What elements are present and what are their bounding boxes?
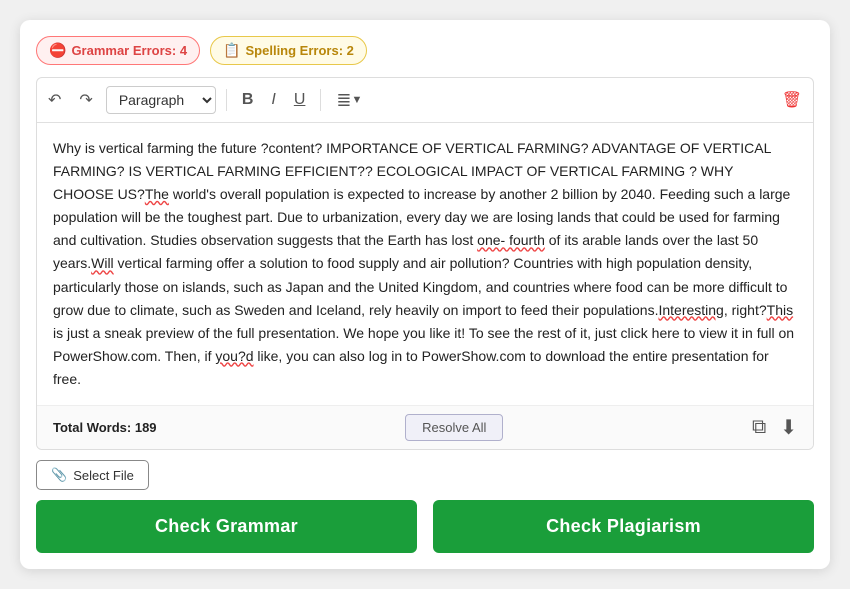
undo-icon: ↶ xyxy=(48,90,61,110)
resolve-all-button[interactable]: Resolve All xyxy=(405,414,503,441)
select-file-row: 📎 Select File xyxy=(36,460,814,490)
italic-button[interactable]: I xyxy=(266,88,280,112)
underline-button[interactable]: U xyxy=(289,88,311,112)
spelling-errors-badge[interactable]: 📋 Spelling Errors: 2 xyxy=(210,36,367,65)
spelling-errors-label: Spelling Errors: 2 xyxy=(246,43,354,58)
select-file-button[interactable]: 📎 Select File xyxy=(36,460,149,490)
check-plagiarism-button[interactable]: Check Plagiarism xyxy=(433,500,814,553)
action-buttons-row: Check Grammar Check Plagiarism xyxy=(36,500,814,553)
trash-button[interactable]: 🗑 xyxy=(777,87,807,113)
redo-button[interactable]: ↷ xyxy=(74,87,97,113)
spelling-error-icon: 📋 xyxy=(223,42,240,59)
toolbar-divider-1 xyxy=(226,89,227,111)
editor-footer-icons: ⧉ ⬇ xyxy=(752,415,797,440)
bold-button[interactable]: B xyxy=(237,88,259,112)
main-container: ⛔ Grammar Errors: 4 📋 Spelling Errors: 2… xyxy=(20,20,830,569)
paperclip-icon: 📎 xyxy=(51,467,67,483)
copy-icon[interactable]: ⧉ xyxy=(752,416,766,439)
trash-icon: 🗑 xyxy=(782,90,802,110)
undo-button[interactable]: ↶ xyxy=(43,87,66,113)
check-grammar-button[interactable]: Check Grammar xyxy=(36,500,417,553)
editor-wrapper: ↶ ↷ Paragraph Heading 1 Heading 2 Headin… xyxy=(36,77,814,450)
grammar-error-icon: ⛔ xyxy=(49,42,66,59)
word-count-label: Total Words: 189 xyxy=(53,420,157,435)
error-word-this: This xyxy=(767,302,793,318)
editor-footer: Total Words: 189 Resolve All ⧉ ⬇ xyxy=(37,405,813,449)
align-icon: ≣ xyxy=(336,90,351,111)
toolbar: ↶ ↷ Paragraph Heading 1 Heading 2 Headin… xyxy=(37,78,813,123)
select-file-label: Select File xyxy=(73,468,134,483)
error-badges-row: ⛔ Grammar Errors: 4 📋 Spelling Errors: 2 xyxy=(36,36,814,65)
error-word-will: Will xyxy=(91,255,114,271)
download-icon[interactable]: ⬇ xyxy=(780,415,797,440)
align-chevron-icon: ▼ xyxy=(351,94,362,106)
error-word-the: The xyxy=(145,186,169,202)
paragraph-select[interactable]: Paragraph Heading 1 Heading 2 Heading 3 xyxy=(106,86,216,114)
align-button[interactable]: ≣ ▼ xyxy=(331,87,367,114)
grammar-errors-badge[interactable]: ⛔ Grammar Errors: 4 xyxy=(36,36,200,65)
redo-icon: ↷ xyxy=(79,90,92,110)
toolbar-divider-2 xyxy=(320,89,321,111)
error-phrase-one-fourth: one- fourth xyxy=(477,232,545,248)
error-word-youd: you?d xyxy=(215,348,253,364)
error-word-interesting: Interesting xyxy=(658,302,723,318)
grammar-errors-label: Grammar Errors: 4 xyxy=(71,43,187,58)
editor-text-area[interactable]: Why is vertical farming the future ?cont… xyxy=(37,123,813,405)
